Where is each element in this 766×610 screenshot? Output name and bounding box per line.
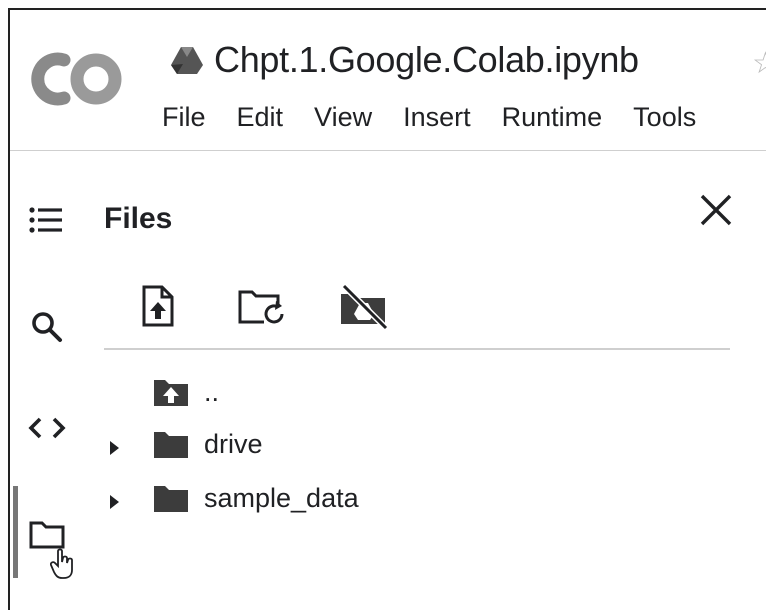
menu-edit[interactable]: Edit [237, 102, 284, 133]
header-divider [10, 150, 766, 151]
menu-insert[interactable]: Insert [403, 102, 471, 133]
expand-caret-icon[interactable] [110, 495, 119, 509]
search-icon[interactable] [30, 310, 64, 344]
folder-icon [154, 432, 188, 458]
title-row: Chpt.1.Google.Colab.ipynb [170, 38, 639, 82]
google-drive-icon [171, 47, 203, 74]
menu-view[interactable]: View [314, 102, 372, 133]
refresh-folder-icon[interactable] [236, 284, 286, 328]
menu-tools[interactable]: Tools [633, 102, 696, 133]
menu-file[interactable]: File [162, 102, 206, 133]
upload-file-icon[interactable] [140, 284, 176, 328]
parent-folder-icon [154, 380, 188, 406]
tree-item-drive[interactable]: drive [152, 428, 263, 460]
panel-divider [104, 348, 730, 350]
tree-item-label: sample_data [204, 482, 359, 513]
close-icon[interactable] [698, 192, 734, 228]
panel-title: Files [104, 202, 173, 235]
menu-runtime[interactable]: Runtime [502, 102, 603, 133]
notebook-title[interactable]: Chpt.1.Google.Colab.ipynb [214, 39, 639, 81]
code-snippets-icon[interactable] [28, 414, 66, 442]
tree-item-label: .. [204, 376, 220, 407]
tree-item-sample-data[interactable]: sample_data [152, 482, 359, 514]
active-indicator [13, 486, 18, 578]
menu-bar: File Edit View Insert Runtime Tools [162, 102, 727, 133]
star-icon[interactable]: ☆ [752, 46, 766, 81]
folder-icon [154, 486, 188, 512]
colab-logo[interactable] [30, 48, 130, 110]
unmount-drive-icon[interactable] [338, 284, 390, 330]
table-of-contents-icon[interactable] [28, 206, 64, 234]
colab-window: Chpt.1.Google.Colab.ipynb ☆ File Edit Vi… [8, 8, 766, 610]
files-folder-icon[interactable] [28, 518, 66, 550]
tree-item-parent[interactable]: .. [152, 376, 219, 408]
hand-cursor-icon [50, 548, 73, 579]
expand-caret-icon[interactable] [110, 441, 119, 455]
tree-item-label: drive [204, 428, 263, 459]
